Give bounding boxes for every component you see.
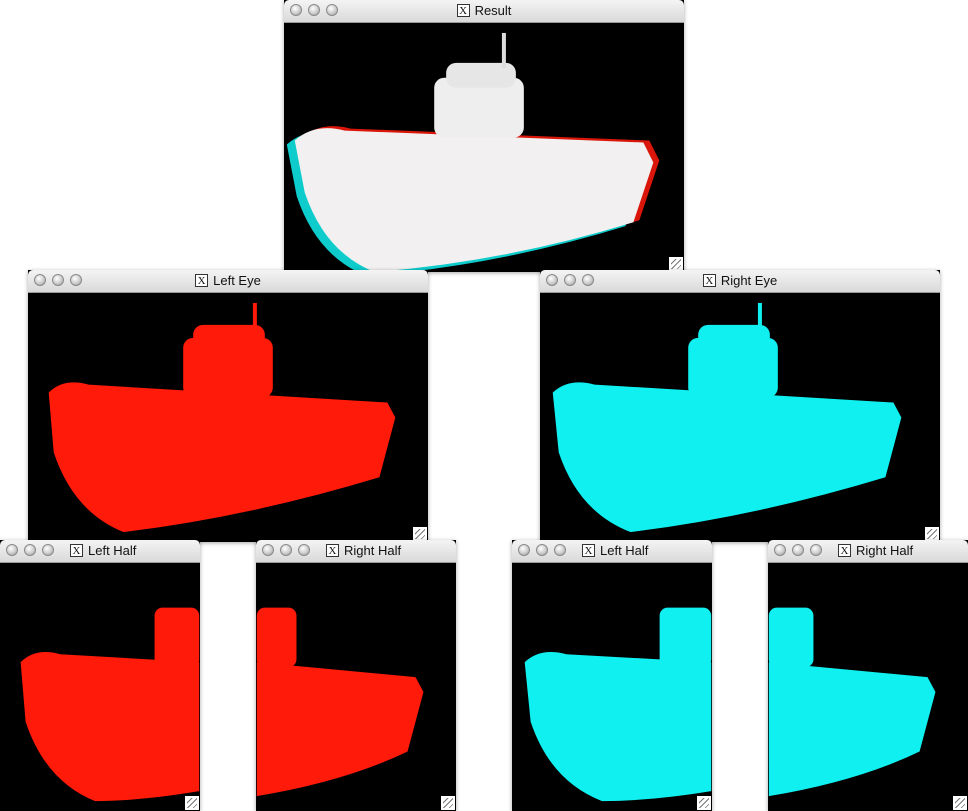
boat-image-left-half-cyan xyxy=(524,607,712,802)
resize-grip-icon[interactable] xyxy=(669,257,683,271)
window-left-eye[interactable]: X Left Eye xyxy=(28,270,428,542)
resize-grip-icon[interactable] xyxy=(185,796,199,810)
window-title: Right Half xyxy=(344,543,402,558)
boat-image-right-half-red xyxy=(256,607,424,797)
window-right-half-red[interactable]: X Right Half xyxy=(256,540,456,811)
x-icon: X xyxy=(326,544,339,557)
titlebar[interactable]: X Left Half xyxy=(512,540,712,563)
render-view-left-half-cyan xyxy=(512,563,712,811)
x-icon: X xyxy=(456,4,470,17)
window-title: Right Half xyxy=(856,543,914,558)
boat-image-right-eye xyxy=(552,302,902,533)
window-right-half-cyan[interactable]: X Right Half xyxy=(768,540,968,811)
window-title: Left Eye xyxy=(213,273,261,288)
render-view-left-half-red xyxy=(0,563,200,811)
titlebar[interactable]: X Left Eye xyxy=(28,270,428,293)
boat-image-left-eye xyxy=(48,302,396,533)
boat-image-result xyxy=(286,32,660,272)
window-title: Result xyxy=(474,3,512,18)
render-view-left-eye xyxy=(28,293,428,542)
titlebar[interactable]: X Right Half xyxy=(768,540,968,563)
titlebar[interactable]: X Right Eye xyxy=(540,270,940,293)
resize-grip-icon[interactable] xyxy=(697,796,711,810)
resize-grip-icon[interactable] xyxy=(441,796,455,810)
render-view-right-half-cyan xyxy=(768,563,968,811)
x-icon: X xyxy=(70,544,83,557)
titlebar[interactable]: X Right Half xyxy=(256,540,456,563)
render-view-result xyxy=(284,23,684,272)
x-icon: X xyxy=(702,274,716,287)
window-left-half-red[interactable]: X Left Half xyxy=(0,540,200,811)
titlebar[interactable]: X Result xyxy=(284,0,684,23)
resize-grip-icon[interactable] xyxy=(413,527,427,541)
render-view-right-eye xyxy=(540,293,940,542)
window-left-half-cyan[interactable]: X Left Half xyxy=(512,540,712,811)
x-icon: X xyxy=(582,544,595,557)
window-title: Left Half xyxy=(600,543,649,558)
resize-grip-icon[interactable] xyxy=(953,796,967,810)
x-icon: X xyxy=(195,274,209,287)
x-icon: X xyxy=(838,544,851,557)
titlebar[interactable]: X Left Half xyxy=(0,540,200,563)
window-right-eye[interactable]: X Right Eye xyxy=(540,270,940,542)
window-title: Right Eye xyxy=(720,273,778,288)
boat-image-right-half-cyan xyxy=(768,607,936,797)
resize-grip-icon[interactable] xyxy=(925,527,939,541)
window-title: Left Half xyxy=(88,543,137,558)
boat-image-left-half-red xyxy=(20,607,200,802)
window-result[interactable]: X Result xyxy=(284,0,684,272)
render-view-right-half-red xyxy=(256,563,456,811)
